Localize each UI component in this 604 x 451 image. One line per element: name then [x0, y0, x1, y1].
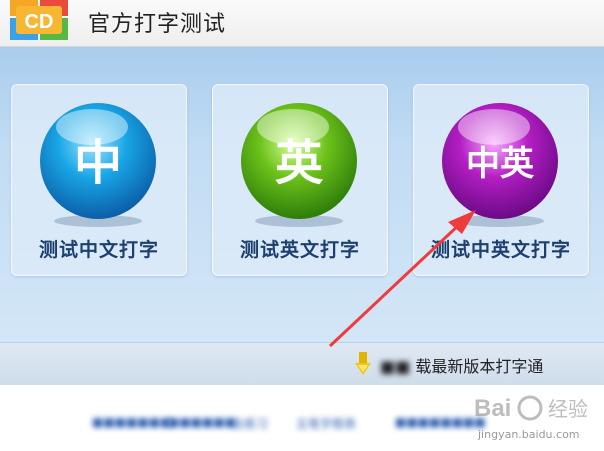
chinese-test-card[interactable]: 中 测试中文打字 [11, 84, 187, 276]
english-ball-icon: 英 [241, 103, 357, 227]
english-test-card[interactable]: 英 测试英文打字 [212, 84, 388, 276]
footer-link-3[interactable]: 去练习 [232, 415, 268, 432]
english-glyph: 英 [275, 135, 324, 191]
footer-link-2[interactable]: ■■■■■■ [168, 415, 236, 429]
download-arrow-icon [355, 352, 371, 375]
chinese-test-label: 测试中文打字 [38, 239, 159, 261]
baidu-watermark-icon: Bai 经验 [474, 395, 588, 422]
logo-text: CD [25, 11, 54, 33]
test-selection-panel: 中 测试中文打字 英 测试英文打字 中英 测试中英文打字 [0, 47, 604, 342]
app-logo-icon: CD [10, 0, 68, 40]
watermark-subtext: jingyan.baidu.com [478, 428, 580, 441]
chinese-glyph: 中 [74, 135, 122, 191]
mixed-test-card[interactable]: 中英 测试中英文打字 [413, 84, 589, 276]
download-link[interactable]: ■■ 载最新版本打字通 [380, 353, 543, 377]
english-test-label: 测试英文打字 [239, 239, 360, 261]
page-title: 官方打字测试 [88, 12, 227, 37]
mixed-ball-icon: 中英 [442, 103, 558, 227]
watermark-text: 经验 [548, 397, 588, 421]
mixed-glyph: 中英 [466, 144, 535, 184]
download-bar: ■■ 载最新版本打字通 [0, 342, 604, 385]
mixed-test-label: 测试中英文打字 [430, 239, 571, 261]
svg-text:Bai: Bai [474, 395, 511, 422]
download-text: 载最新版本打字通 [415, 357, 544, 376]
footer-link-1[interactable]: ■■■■■■■ [92, 415, 171, 429]
chinese-ball-icon: 中 [40, 103, 156, 227]
title-bar: CD 官方打字测试 [0, 0, 604, 47]
footer-link-4[interactable]: 五笔字根表 [296, 415, 356, 432]
